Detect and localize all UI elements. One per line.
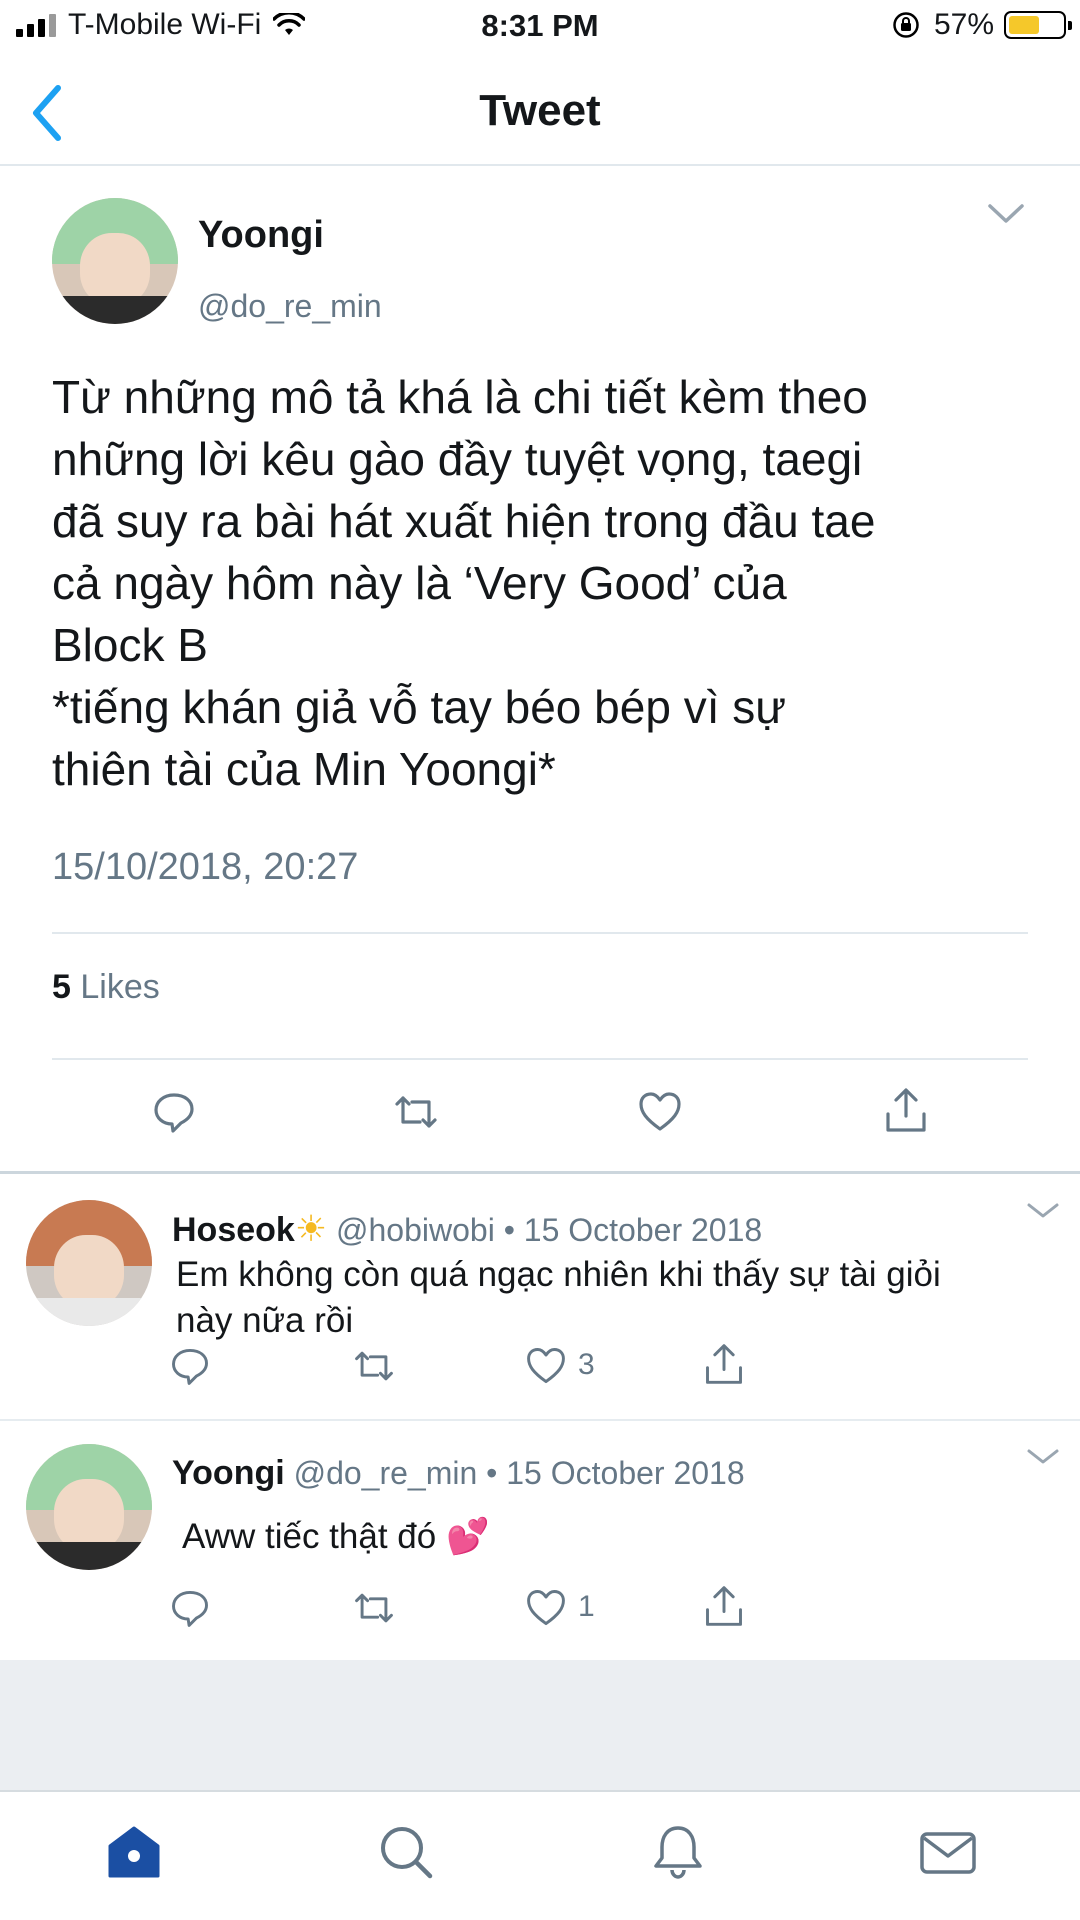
sun-emoji: ☀ bbox=[294, 1208, 328, 1249]
chevron-down-icon[interactable] bbox=[1026, 1448, 1060, 1466]
chevron-down-icon[interactable] bbox=[1026, 1202, 1060, 1220]
tweet-text: Từ những mô tả khá là chi tiết kèm theo … bbox=[52, 371, 876, 795]
empty-feed-area bbox=[0, 1660, 1080, 1790]
share-icon[interactable] bbox=[702, 1342, 746, 1386]
battery-icon bbox=[1004, 11, 1072, 39]
share-icon[interactable] bbox=[702, 1584, 746, 1628]
separator-dot: • bbox=[503, 1212, 515, 1248]
heart-icon[interactable] bbox=[524, 1344, 568, 1388]
like-count: 3 bbox=[578, 1348, 595, 1381]
status-bar: T-Mobile Wi-Fi 8:31 PM 57% bbox=[0, 0, 1080, 56]
like-count: 1 bbox=[578, 1590, 595, 1623]
nav-header: Tweet bbox=[0, 56, 1080, 166]
reply-text: Aww tiếc thật đó 💕 bbox=[182, 1514, 982, 1560]
likes-number: 5 bbox=[52, 968, 71, 1006]
reply-author-handle[interactable]: @do_re_min bbox=[294, 1455, 478, 1491]
heart-icon[interactable] bbox=[524, 1586, 568, 1630]
retweet-icon[interactable] bbox=[352, 1586, 396, 1630]
bell-icon[interactable] bbox=[648, 1822, 708, 1882]
battery-percent: 57% bbox=[933, 8, 994, 41]
tweet-timestamp: 15/10/2018, 20:27 bbox=[52, 846, 359, 888]
reply-icon[interactable] bbox=[168, 1344, 212, 1388]
likes-label: Likes bbox=[80, 968, 160, 1006]
share-icon[interactable] bbox=[882, 1086, 930, 1134]
mail-icon[interactable] bbox=[918, 1822, 978, 1882]
reply-author-name[interactable]: Hoseok bbox=[172, 1211, 295, 1249]
separator-dot: • bbox=[486, 1455, 498, 1491]
divider bbox=[52, 1058, 1028, 1060]
two-hearts-emoji: 💕 bbox=[445, 1517, 490, 1556]
battery-fill bbox=[1009, 16, 1039, 34]
heart-icon[interactable] bbox=[636, 1088, 684, 1136]
reply-text-content: Aww tiếc thật đó bbox=[182, 1517, 437, 1556]
author-name[interactable]: Yoongi bbox=[198, 214, 324, 257]
reply-text: Em không còn quá ngạc nhiên khi thấy sự … bbox=[176, 1255, 941, 1340]
reply-icon[interactable] bbox=[150, 1088, 198, 1136]
author-handle[interactable]: @do_re_min bbox=[198, 288, 382, 325]
page-title: Tweet bbox=[479, 86, 601, 135]
chevron-down-icon[interactable] bbox=[986, 202, 1026, 226]
avatar[interactable] bbox=[52, 198, 178, 324]
home-icon[interactable] bbox=[104, 1822, 164, 1882]
divider bbox=[52, 932, 1028, 934]
likes-count[interactable]: 5 Likes bbox=[52, 968, 160, 1007]
avatar[interactable] bbox=[26, 1200, 152, 1326]
reply-tweet[interactable]: Yoongi @do_re_min • 15 October 2018 Aww … bbox=[0, 1422, 1080, 1658]
reply-header: Hoseok☀ @hobiwobi • 15 October 2018 bbox=[172, 1208, 762, 1250]
reply-header: Yoongi @do_re_min • 15 October 2018 bbox=[172, 1454, 745, 1493]
retweet-icon[interactable] bbox=[352, 1344, 396, 1388]
reply-icon[interactable] bbox=[168, 1586, 212, 1630]
avatar[interactable] bbox=[26, 1444, 152, 1570]
retweet-icon[interactable] bbox=[392, 1088, 440, 1136]
tab-bar bbox=[0, 1790, 1080, 1920]
reply-date: 15 October 2018 bbox=[506, 1455, 745, 1491]
reply-tweet[interactable]: Hoseok☀ @hobiwobi • 15 October 2018 Em k… bbox=[0, 1176, 1080, 1421]
reply-author-name[interactable]: Yoongi bbox=[172, 1454, 285, 1492]
search-icon[interactable] bbox=[376, 1822, 436, 1882]
rotation-lock-icon bbox=[893, 12, 919, 38]
status-bar-right: 57% bbox=[892, 8, 1072, 42]
reply-date: 15 October 2018 bbox=[523, 1212, 763, 1248]
main-tweet: Yoongi @do_re_min Từ những mô tả khá là … bbox=[0, 168, 1080, 1174]
reply-author-handle[interactable]: @hobiwobi bbox=[336, 1212, 495, 1248]
